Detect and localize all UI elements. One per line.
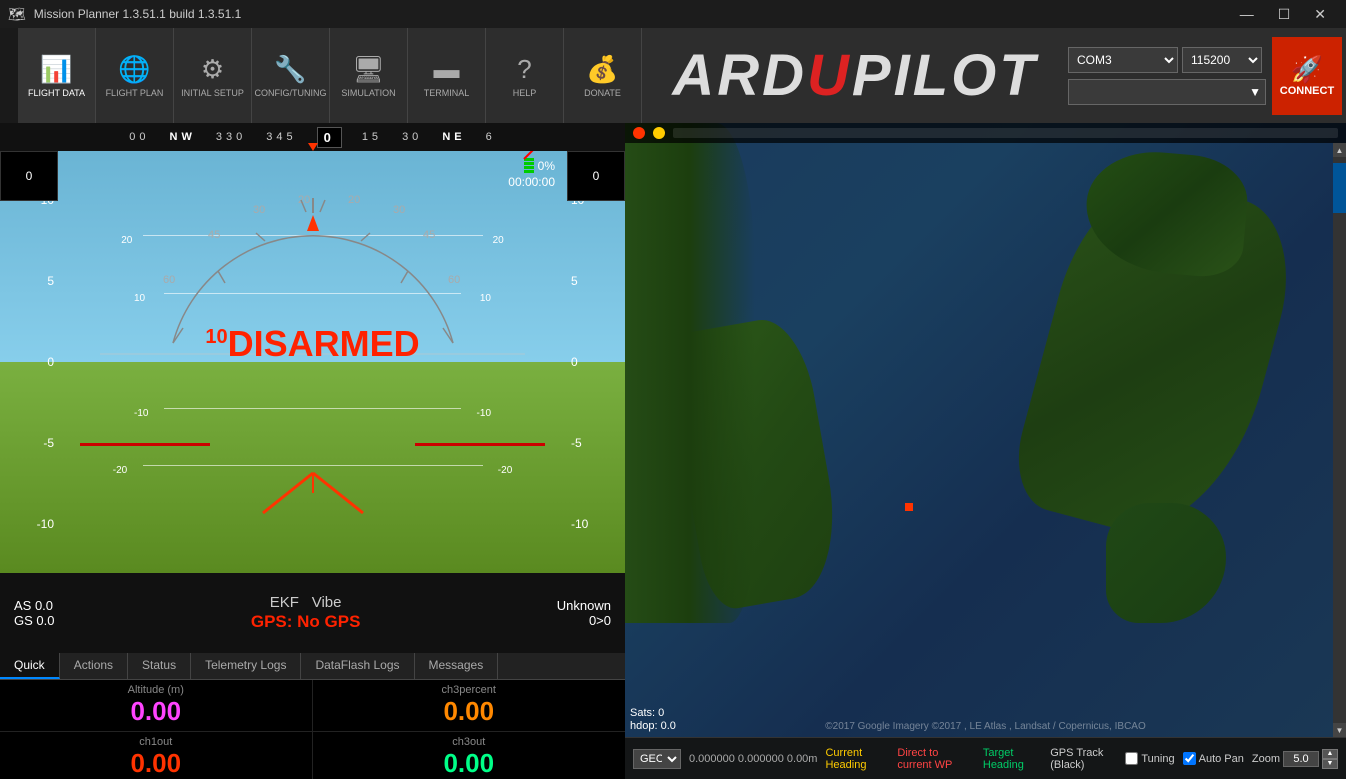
ekf-label: EKF <box>270 594 299 611</box>
autopan-checkbox-area: Auto Pan <box>1183 752 1244 765</box>
zoom-down-button[interactable]: ▼ <box>1322 759 1338 769</box>
metric-ch3out: ch3out 0.00 <box>313 732 626 779</box>
battery-display: 0% <box>524 158 555 173</box>
nav-item-help[interactable]: ? HELP <box>486 28 564 123</box>
flight-timer: 00:00:00 <box>508 175 555 189</box>
hdop-display: hdop: 0.0 <box>630 720 676 732</box>
secondary-dropdown[interactable]: ▼ <box>1068 79 1266 105</box>
metric-ch1out-label: ch1out <box>139 736 172 748</box>
map-area[interactable]: hdop: 0.0 Sats: 0 ©2017 Google Imagery ©… <box>625 123 1346 737</box>
gps-status: GPS: No GPS <box>251 612 361 631</box>
heading-box: 0 <box>317 127 342 148</box>
geo-select[interactable]: GEO <box>633 749 681 769</box>
coords-display: 0.000000 0.000000 0.00m <box>689 753 817 765</box>
alt-indicator: 0 <box>567 151 625 201</box>
left-altitude-scale: 10 5 0 -5 -10 <box>0 151 58 573</box>
nav-item-simulation[interactable]: 🖥 SIMULATION <box>330 28 408 123</box>
metric-ch3out-value: 0.00 <box>443 748 494 779</box>
tuning-checkbox-area: Tuning <box>1125 752 1174 765</box>
nav-item-flight-data[interactable]: 📊 FLIGHT DATA <box>18 28 96 123</box>
battery-percent: 0% <box>538 159 555 173</box>
ardupilot-logo: ARDUPILOT <box>642 28 1068 123</box>
target-heading-label: Target Heading <box>983 747 1038 771</box>
nav-item-terminal[interactable]: ▬ TERMINAL <box>408 28 486 123</box>
metric-ch3percent: ch3percent 0.00 <box>313 680 626 732</box>
tuning-label: Tuning <box>1141 753 1174 765</box>
metric-altitude-value: 0.00 <box>130 696 181 727</box>
autopan-label: Auto Pan <box>1199 753 1244 765</box>
com-port-select[interactable]: COM3 <box>1068 47 1178 73</box>
metric-ch1out-value: 0.00 <box>130 748 181 779</box>
hud-bottom-bar: AS 0.0 GS 0.0 EKF Vibe GPS: No GPS Unkno… <box>0 573 625 653</box>
nav-item-initial-setup[interactable]: ⚙ INITIAL SETUP <box>174 28 252 123</box>
tab-status[interactable]: Status <box>128 653 191 679</box>
map-bottom-bar: GEO 0.000000 0.000000 0.00m Current Head… <box>625 737 1346 779</box>
tab-telemetry-logs[interactable]: Telemetry Logs <box>191 653 301 679</box>
nav-item-config-tuning[interactable]: 🔧 CONFIG/TUNING <box>252 28 330 123</box>
right-altitude-scale: 10 5 0 -5 -10 <box>567 151 625 573</box>
metric-altitude: Altitude (m) 0.00 <box>0 680 313 732</box>
vibe-label: Vibe <box>312 594 342 611</box>
metric-altitude-label: Altitude (m) <box>128 684 184 696</box>
tab-dataflash-logs[interactable]: DataFlash Logs <box>301 653 414 679</box>
alt-sub: 0>0 <box>589 613 611 628</box>
map-scrollbar[interactable]: ▲ ▼ <box>1333 143 1346 737</box>
title-bar-controls: — ☐ ✕ <box>1228 4 1338 25</box>
sats-display: Sats: 0 <box>630 707 664 719</box>
tuning-checkbox[interactable] <box>1125 752 1138 765</box>
tab-messages[interactable]: Messages <box>415 653 499 679</box>
map-top-bar <box>625 123 1346 143</box>
tab-actions[interactable]: Actions <box>60 653 128 679</box>
tabs-bar: Quick Actions Status Telemetry Logs Data… <box>0 653 625 680</box>
tab-quick[interactable]: Quick <box>0 653 60 679</box>
title-bar-title: Mission Planner 1.3.51.1 build 1.3.51.1 <box>34 7 1228 21</box>
zoom-label: Zoom <box>1252 753 1280 765</box>
groundspeed-display: GS 0.0 <box>14 613 54 628</box>
zoom-input[interactable]: 5.0 <box>1283 751 1319 767</box>
metric-ch3out-label: ch3out <box>452 736 485 748</box>
zoom-up-button[interactable]: ▲ <box>1322 749 1338 759</box>
zoom-area: Zoom 5.0 ▲ ▼ <box>1252 749 1338 769</box>
maximize-button[interactable]: ☐ <box>1266 4 1303 25</box>
app-icon <box>0 28 18 123</box>
disarmed-status: 10DISARMED <box>205 323 419 365</box>
minimize-button[interactable]: — <box>1228 4 1266 25</box>
connect-button[interactable]: 🚀 CONNECT <box>1272 37 1342 115</box>
close-button[interactable]: ✕ <box>1302 4 1338 25</box>
baud-select[interactable]: 115200 <box>1182 47 1262 73</box>
current-heading-label: Current Heading <box>825 747 885 771</box>
alt-unknown: Unknown <box>557 598 611 613</box>
nav-item-flight-plan[interactable]: 🌐 FLIGHT PLAN <box>96 28 174 123</box>
direct-to-wp-label: Direct to current WP <box>897 747 971 771</box>
metric-ch3percent-value: 0.00 <box>443 696 494 727</box>
autopan-checkbox[interactable] <box>1183 752 1196 765</box>
gps-track-label: GPS Track (Black) <box>1050 747 1117 771</box>
metric-ch1out: ch1out 0.00 <box>0 732 313 779</box>
speed-indicator: 0 <box>0 151 58 201</box>
airspeed-display: AS 0.0 <box>14 598 54 613</box>
compass-strip: 00 NW 330 345 0 15 30 NE 6 <box>0 123 625 151</box>
google-watermark: ©2017 Google Imagery ©2017 , LE Atlas , … <box>825 721 1145 732</box>
nav-item-donate[interactable]: 💰 DONATE <box>564 28 642 123</box>
waypoint-dot <box>905 503 913 511</box>
metric-ch3percent-label: ch3percent <box>442 684 496 696</box>
